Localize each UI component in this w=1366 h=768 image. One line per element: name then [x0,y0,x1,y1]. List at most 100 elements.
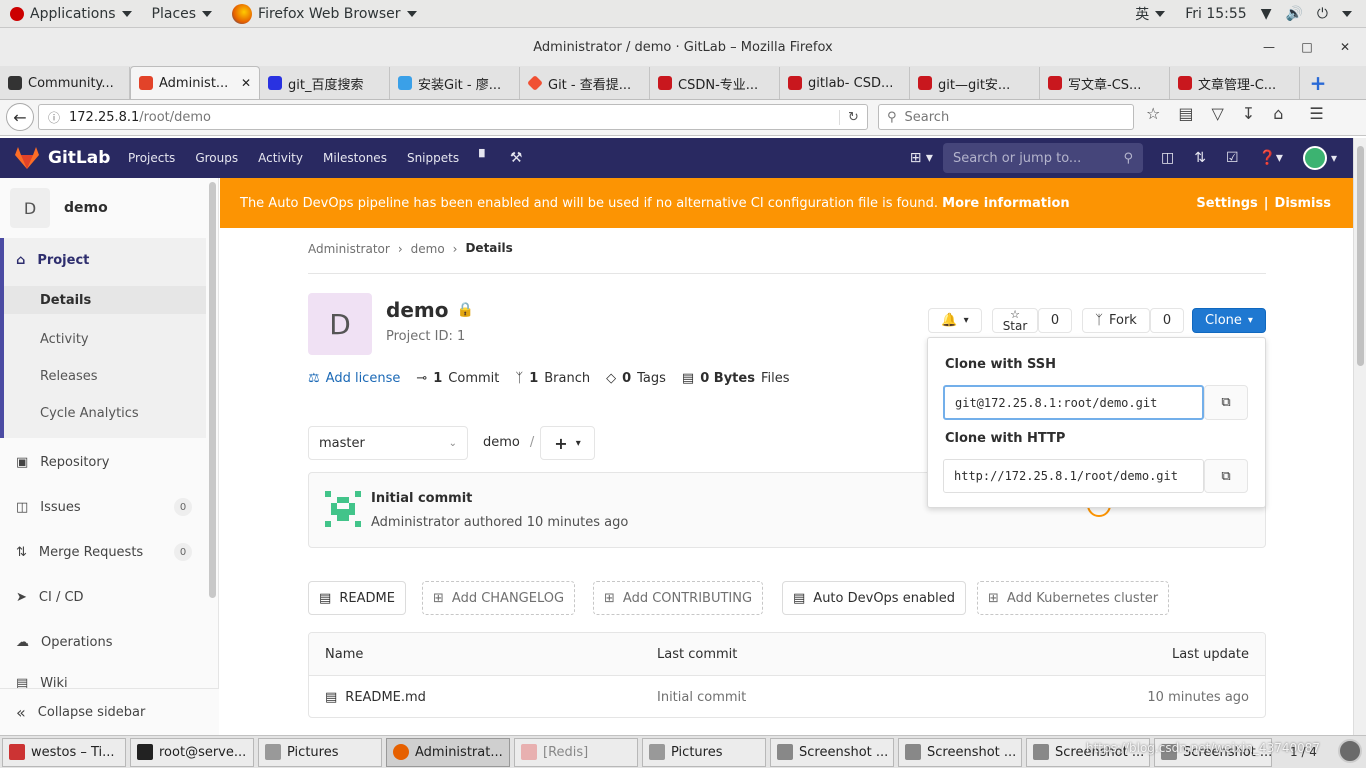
issues-icon[interactable]: ◫ [1151,150,1184,166]
sidebar-item-releases[interactable]: Releases [4,365,206,387]
close-icon[interactable]: ✕ [1326,28,1364,66]
tab-csdn-4[interactable]: 写文章-CS... [1040,67,1170,99]
task-redis[interactable]: [Redis] [514,737,638,767]
sidebar-item-cicd[interactable]: ➤ CI / CD [0,586,206,608]
table-row[interactable]: ▤ README.md Initial commit 10 minutes ago [309,676,1265,717]
new-plus-icon[interactable]: ⊞ ▾ [900,150,943,166]
sidebar-item-repository[interactable]: ▣ Repository [0,451,206,473]
collapse-sidebar-button[interactable]: « Collapse sidebar [0,688,219,735]
maximize-icon[interactable]: □ [1288,28,1326,66]
breadcrumb-details[interactable]: Details [465,241,512,273]
file-last-commit[interactable]: Initial commit [657,690,957,705]
chart-icon[interactable]: ▘ [469,150,500,166]
task-pictures-1[interactable]: Pictures [258,737,382,767]
tab-csdn-1[interactable]: CSDN-专业... [650,67,780,99]
browser-search-input[interactable]: ⚲ Search [878,104,1134,130]
banner-settings-link[interactable]: Settings [1196,196,1257,211]
sidebar-item-merge-requests[interactable]: ⇅ Merge Requests 0 [0,541,206,563]
tab-community[interactable]: Community... [0,67,130,99]
workspace-pager[interactable]: 1 / 4 [1290,745,1317,759]
firefox-app-menu[interactable]: Firefox Web Browser [222,0,427,28]
sidebar-item-issues[interactable]: ◫ Issues 0 [0,496,206,518]
fork-button[interactable]: ᛉ Fork [1082,308,1150,333]
tab-baidu[interactable]: git_百度搜索 [260,67,390,99]
download-icon[interactable]: ↧ [1242,104,1255,123]
home-icon[interactable]: ⌂ [1273,104,1283,123]
add-contributing-button[interactable]: ⊞ Add CONTRIBUTING [593,581,764,615]
applications-menu[interactable]: Applications [0,0,142,28]
tab-git-scm[interactable]: Git - 查看提... [520,67,650,99]
gitlab-logo[interactable]: GitLab [0,146,118,170]
files-link[interactable]: ▤ 0 Bytes Files [682,371,790,386]
power-icon[interactable]: ⏻ [1317,6,1328,22]
todos-icon[interactable]: ☑ [1216,150,1249,166]
task-screenshot-1[interactable]: Screenshot ... [770,737,894,767]
tree-path-root[interactable]: demo [483,435,520,450]
add-file-dropdown[interactable]: + ▾ [540,426,595,460]
branch-select[interactable]: master ⌄ [308,426,468,460]
user-avatar[interactable]: ▾ [1293,146,1353,170]
nav-projects[interactable]: Projects [118,151,185,165]
readme-button[interactable]: ▤ README [308,581,406,615]
scrollbar-thumb[interactable] [1357,146,1364,366]
reload-icon[interactable]: ↻ [839,109,867,125]
clone-button[interactable]: Clone ▾ [1192,308,1266,333]
commit-title[interactable]: Initial commit [371,491,472,506]
task-pictures-2[interactable]: Pictures [642,737,766,767]
bookmark-star-icon[interactable]: ☆ [1146,104,1160,123]
tab-csdn-5[interactable]: 文章管理-C... [1170,67,1300,99]
http-url-input[interactable]: http://172.25.8.1/root/demo.git [943,459,1204,493]
page-scrollbar[interactable] [1353,138,1366,735]
add-license-link[interactable]: ⚖ Add license [308,371,400,386]
fork-count[interactable]: 0 [1150,308,1184,333]
url-bar[interactable]: ⓘ 172.25.8.1/root/demo ↻ [38,104,868,130]
sidebar-item-operations[interactable]: ☁ Operations [0,631,206,653]
sidebar-item-project[interactable]: ⌂ Project [0,248,206,272]
sidebar-item-activity[interactable]: Activity [4,328,206,350]
reading-list-icon[interactable]: ▤ [1178,104,1193,123]
notification-tray-icon[interactable] [1338,739,1362,763]
tab-csdn-3[interactable]: git—git安... [910,67,1040,99]
sidebar-project-header[interactable]: D demo [10,188,108,228]
auto-devops-button[interactable]: ▤ Auto DevOps enabled [782,581,967,615]
tab-csdn-2[interactable]: gitlab- CSD... [780,67,910,99]
sidebar-item-wiki[interactable]: ▤ Wiki [0,676,206,688]
task-firefox-administrator[interactable]: Administrat... [386,737,510,767]
breadcrumb-demo[interactable]: demo [411,242,445,273]
notification-dropdown[interactable]: 🔔 ▾ [928,308,982,333]
more-information-link[interactable]: More information [942,196,1070,211]
places-menu[interactable]: Places [142,0,223,28]
nav-groups[interactable]: Groups [185,151,248,165]
add-changelog-button[interactable]: ⊞ Add CHANGELOG [422,581,576,615]
banner-dismiss-link[interactable]: Dismiss [1275,196,1331,211]
hamburger-menu-icon[interactable]: ☰ [1309,104,1323,123]
sidebar-item-details[interactable]: Details [4,286,206,314]
sidebar-scrollbar[interactable] [209,182,216,598]
gitlab-search-input[interactable]: Search or jump to... ⚲ [942,143,1143,173]
info-icon[interactable]: ⓘ [43,109,65,126]
copy-http-button[interactable]: ⧉ [1204,459,1248,493]
nav-milestones[interactable]: Milestones [313,151,397,165]
star-count[interactable]: 0 [1038,308,1072,333]
branches-link[interactable]: ᛉ 1 Branch [515,371,590,386]
wifi-icon[interactable]: ▼ [1261,6,1272,22]
admin-wrench-icon[interactable]: ⚒ [500,150,533,166]
star-button[interactable]: ☆ Star [992,308,1038,333]
breadcrumb-administrator[interactable]: Administrator [308,242,390,273]
help-icon[interactable]: ❓▾ [1249,150,1293,166]
merge-requests-icon[interactable]: ⇅ [1184,150,1216,166]
file-name-cell[interactable]: ▤ README.md [325,690,657,705]
ssh-url-input[interactable]: git@172.25.8.1:root/demo.git [943,385,1204,420]
nav-activity[interactable]: Activity [248,151,313,165]
system-menu-chevron-icon[interactable] [1342,10,1352,17]
tab-liaoxuefeng[interactable]: 安装Git - 廖... [390,67,520,99]
tags-link[interactable]: ◇ 0 Tags [606,371,666,386]
copy-ssh-button[interactable]: ⧉ [1204,385,1248,420]
pocket-icon[interactable]: ▽ [1211,104,1223,123]
task-root-terminal[interactable]: root@serve... [130,737,254,767]
volume-icon[interactable]: 🔊 [1285,6,1302,22]
task-screenshot-2[interactable]: Screenshot ... [898,737,1022,767]
minimize-icon[interactable]: — [1250,28,1288,66]
input-method-indicator[interactable]: 英 [1135,4,1166,24]
sidebar-item-cycle-analytics[interactable]: Cycle Analytics [4,402,206,424]
